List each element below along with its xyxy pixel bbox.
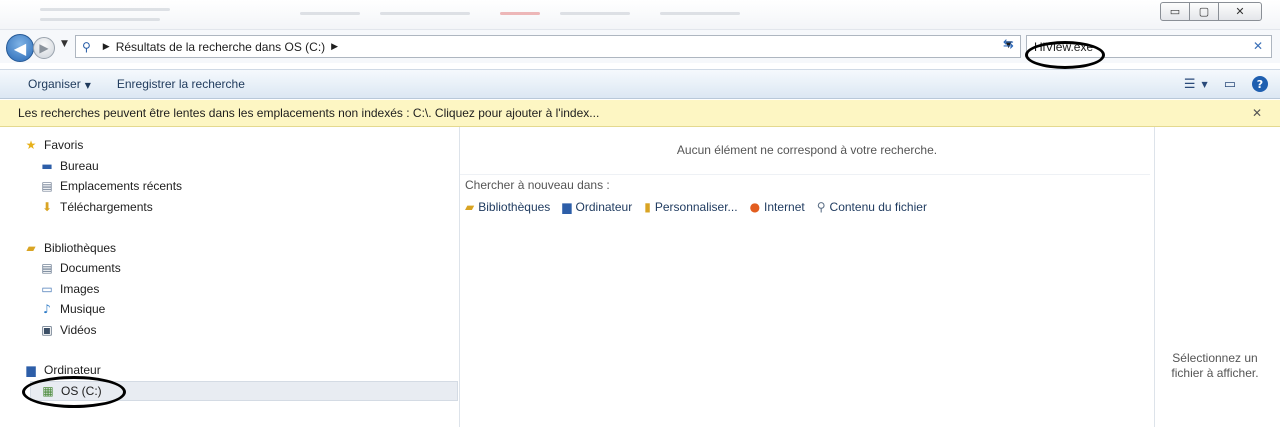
title-ghost-text <box>560 12 630 15</box>
nav-favorites-label: Favoris <box>44 138 84 152</box>
title-ghost-text <box>300 12 360 15</box>
star-icon: ★ <box>25 138 37 152</box>
nav-item-label: Images <box>60 282 100 296</box>
image-icon: ▭ <box>41 282 53 296</box>
results-pane: Aucun élément ne correspond à votre rech… <box>460 127 1154 427</box>
divider <box>460 174 1150 175</box>
title-bar: ▭ ▢ ✕ <box>0 0 1280 30</box>
title-ghost-text <box>40 18 160 21</box>
nav-item-images[interactable]: ▭ Images <box>38 279 99 299</box>
nav-item-label: Téléchargements <box>60 200 153 214</box>
link-label: Ordinateur <box>575 200 633 214</box>
nav-item-label: OS (C:) <box>61 384 102 398</box>
breadcrumb-path[interactable]: Résultats de la recherche dans OS (C:) <box>116 40 325 54</box>
libraries-icon: ▰ <box>26 241 36 255</box>
navigation-pane: ★ Favoris ▬ Bureau ▤ Emplacements récent… <box>0 127 460 427</box>
preview-message: Sélectionnez un fichier à afficher. <box>1171 351 1259 380</box>
organise-button[interactable]: Organiser ▼ <box>28 77 91 91</box>
breadcrumb-separator-icon[interactable]: ▶ <box>331 42 338 52</box>
close-button[interactable]: ✕ <box>1218 2 1262 21</box>
search-again-file-contents[interactable]: ⚲ Contenu du fichier <box>817 200 927 214</box>
organise-label: Organiser <box>28 77 81 91</box>
preview-pane: Sélectionnez un fichier à afficher. <box>1154 127 1280 427</box>
view-options-icon[interactable]: ☰ <box>1184 77 1196 92</box>
nav-item-label: Bureau <box>60 159 99 173</box>
title-ghost-text <box>660 12 740 15</box>
search-icon: ⚲ <box>82 39 91 54</box>
nav-item-label: Vidéos <box>60 323 97 337</box>
music-icon: ♪ <box>43 302 51 316</box>
title-ghost-text <box>500 12 540 15</box>
search-input[interactable]: HiView.exe <box>1034 40 1093 54</box>
document-icon: ▤ <box>41 261 53 275</box>
desktop-icon: ▬ <box>41 159 53 173</box>
address-bar[interactable]: ⚲ ▶ Résultats de la recherche dans OS (C… <box>75 35 1021 58</box>
link-label: Contenu du fichier <box>829 200 927 214</box>
nav-favorites[interactable]: ★ Favoris <box>22 135 84 155</box>
nav-item-music[interactable]: ♪ Musique <box>38 299 105 319</box>
preview-pane-icon[interactable]: ▭ <box>1224 77 1236 92</box>
refresh-icon[interactable]: ⇆ <box>1003 37 1014 52</box>
search-again-customize[interactable]: ▮ Personnaliser... <box>644 200 737 214</box>
folder-icon: ▮ <box>644 200 651 214</box>
breadcrumb-separator-icon[interactable]: ▶ <box>103 42 110 52</box>
search-again-links: ▰ Bibliothèques ▆ Ordinateur ▮ Personnal… <box>465 200 939 214</box>
title-ghost-text <box>380 12 470 15</box>
search-field[interactable]: HiView.exe ✕ <box>1026 35 1272 58</box>
back-button[interactable]: ◀ <box>6 34 34 62</box>
link-label: Bibliothèques <box>478 200 551 214</box>
search-again-computer[interactable]: ▆ Ordinateur <box>562 200 632 214</box>
search-again-label: Chercher à nouveau dans : <box>465 178 610 192</box>
arrow-right-icon: ▶ <box>39 41 49 55</box>
file-search-icon: ⚲ <box>816 200 826 214</box>
computer-icon: ▆ <box>562 200 572 214</box>
nav-computer-label: Ordinateur <box>44 363 101 377</box>
nav-item-desktop[interactable]: ▬ Bureau <box>38 156 99 176</box>
chevron-down-icon: ▼ <box>84 81 91 90</box>
nav-item-documents[interactable]: ▤ Documents <box>38 258 121 278</box>
minimize-button[interactable]: ▭ <box>1160 2 1190 21</box>
maximize-button[interactable]: ▢ <box>1189 2 1219 21</box>
computer-icon: ▆ <box>26 363 36 377</box>
history-dropdown[interactable]: ▼ <box>61 39 68 49</box>
window-controls: ▭ ▢ ✕ <box>1160 2 1262 21</box>
arrow-left-icon: ◀ <box>13 38 27 58</box>
clear-search-icon[interactable]: ✕ <box>1253 39 1263 53</box>
info-bar[interactable]: Les recherches peuvent être lentes dans … <box>0 100 1280 127</box>
no-results-message: Aucun élément ne correspond à votre rech… <box>676 143 938 157</box>
forward-button[interactable]: ▶ <box>33 37 55 59</box>
help-icon[interactable]: ? <box>1252 76 1268 92</box>
nav-item-label: Emplacements récents <box>60 179 183 193</box>
close-icon[interactable]: ✕ <box>1252 106 1262 120</box>
title-ghost-text <box>40 8 170 11</box>
nav-libraries-label: Bibliothèques <box>44 241 117 255</box>
view-controls: ☰ ▼ ▭ ? <box>1168 76 1268 92</box>
video-icon: ▣ <box>41 323 53 337</box>
downloads-icon: ⬇ <box>41 200 53 214</box>
nav-item-os-drive[interactable]: ▦ OS (C:) <box>30 381 458 401</box>
nav-item-label: Documents <box>60 261 121 275</box>
browser-icon: ● <box>749 200 761 214</box>
drive-icon: ▦ <box>42 384 54 398</box>
nav-item-videos[interactable]: ▣ Vidéos <box>38 320 96 340</box>
recent-places-icon: ▤ <box>41 179 53 193</box>
search-again-libraries[interactable]: ▰ Bibliothèques <box>465 200 550 214</box>
nav-libraries[interactable]: ▰ Bibliothèques <box>22 238 116 258</box>
nav-item-downloads[interactable]: ⬇ Téléchargements <box>38 197 153 217</box>
nav-item-label: Musique <box>60 302 106 316</box>
command-bar: Organiser ▼ Enregistrer la recherche ☰ ▼ … <box>0 69 1280 99</box>
info-bar-message[interactable]: Les recherches peuvent être lentes dans … <box>18 106 599 120</box>
link-label: Personnaliser... <box>654 200 738 214</box>
nav-computer[interactable]: ▆ Ordinateur <box>22 360 101 380</box>
search-again-internet[interactable]: ● Internet <box>750 200 805 214</box>
save-search-button[interactable]: Enregistrer la recherche <box>117 77 245 91</box>
libraries-icon: ▰ <box>465 200 475 214</box>
link-label: Internet <box>764 200 805 214</box>
nav-item-recent-places[interactable]: ▤ Emplacements récents <box>38 176 182 196</box>
chevron-down-icon[interactable]: ▼ <box>1202 80 1208 89</box>
navigation-bar: ◀ ▶ ▼ ⚲ ▶ Résultats de la recherche dans… <box>0 30 1280 63</box>
